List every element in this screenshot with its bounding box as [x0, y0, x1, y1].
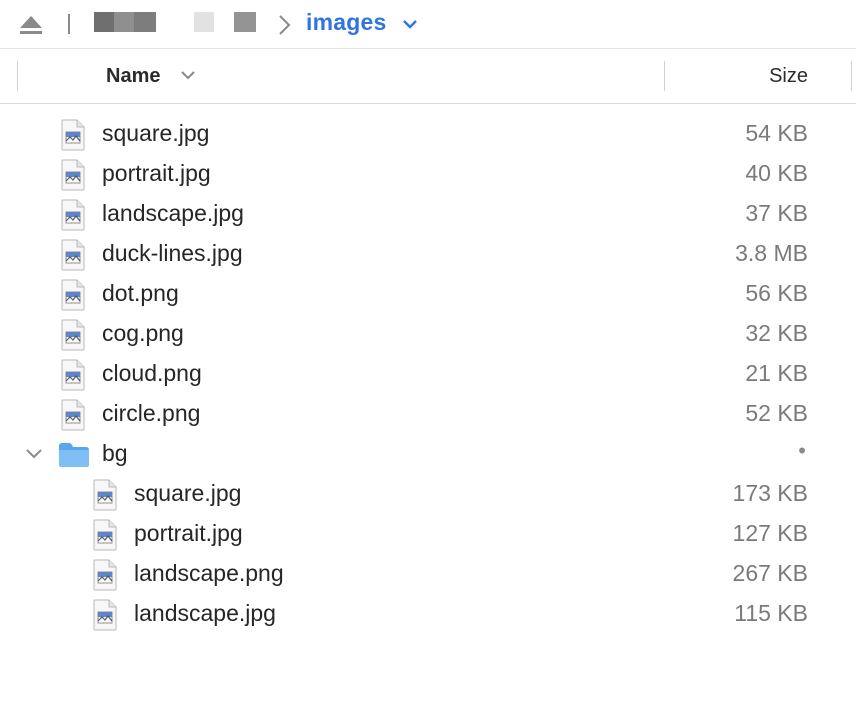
- file-name: dot.png: [102, 280, 179, 306]
- image-file-icon: [60, 199, 86, 231]
- file-size: 173 KB: [732, 480, 808, 506]
- file-size: 40 KB: [745, 160, 808, 186]
- file-row[interactable]: square.jpg 173 KB: [0, 474, 856, 514]
- file-name: landscape.png: [134, 560, 284, 586]
- image-file-icon: [92, 479, 118, 511]
- folder-name: bg: [102, 440, 128, 466]
- file-name: portrait.jpg: [102, 160, 211, 186]
- file-size: 21 KB: [745, 360, 808, 386]
- file-row[interactable]: landscape.png 267 KB: [0, 554, 856, 594]
- image-file-icon: [92, 519, 118, 551]
- file-size: 32 KB: [745, 320, 808, 346]
- file-name: duck-lines.jpg: [102, 240, 243, 266]
- image-file-icon: [60, 279, 86, 311]
- sort-chevron-down-icon[interactable]: [180, 69, 196, 81]
- file-name: landscape.jpg: [134, 600, 276, 626]
- column-divider[interactable]: [851, 61, 852, 91]
- file-size: 56 KB: [745, 280, 808, 306]
- image-file-icon: [60, 319, 86, 351]
- file-name: cloud.png: [102, 360, 202, 386]
- image-file-icon: [60, 159, 86, 191]
- file-row[interactable]: portrait.jpg 127 KB: [0, 514, 856, 554]
- file-name: square.jpg: [134, 480, 242, 506]
- file-row[interactable]: cloud.png 21 KB: [0, 354, 856, 394]
- file-row[interactable]: dot.png 56 KB: [0, 274, 856, 314]
- file-name: portrait.jpg: [134, 520, 243, 546]
- image-file-icon: [60, 239, 86, 271]
- image-file-icon: [60, 399, 86, 431]
- file-name: square.jpg: [102, 120, 210, 146]
- column-header: Name Size: [0, 48, 856, 104]
- size-column-header[interactable]: Size: [769, 65, 808, 88]
- file-size: 3.8 MB: [735, 240, 808, 266]
- file-row[interactable]: cog.png 32 KB: [0, 314, 856, 354]
- file-size: 267 KB: [732, 560, 808, 586]
- folder-icon: [58, 442, 90, 468]
- folder-row[interactable]: bg •: [0, 434, 856, 474]
- folder-size: •: [798, 438, 806, 463]
- file-name: circle.png: [102, 400, 201, 426]
- column-divider[interactable]: [664, 61, 665, 91]
- file-row[interactable]: landscape.jpg 115 KB: [0, 594, 856, 634]
- name-column-header[interactable]: Name: [106, 65, 160, 88]
- file-row[interactable]: duck-lines.jpg 3.8 MB: [0, 234, 856, 274]
- file-row[interactable]: landscape.jpg 37 KB: [0, 194, 856, 234]
- file-list: square.jpg 54 KB portrait.jpg 40 KB land…: [0, 114, 856, 634]
- file-size: 54 KB: [745, 120, 808, 146]
- chevron-down-icon[interactable]: [401, 17, 419, 31]
- file-row[interactable]: portrait.jpg 40 KB: [0, 154, 856, 194]
- file-size: 52 KB: [745, 400, 808, 426]
- file-name: landscape.jpg: [102, 200, 244, 226]
- file-name: cog.png: [102, 320, 184, 346]
- disclosure-chevron-down-icon[interactable]: [24, 447, 44, 461]
- column-divider[interactable]: [17, 61, 18, 91]
- image-file-icon: [60, 359, 86, 391]
- image-file-icon: [92, 559, 118, 591]
- toolbar-separator: [68, 14, 70, 34]
- chevron-right-icon: [276, 13, 292, 37]
- eject-icon[interactable]: [18, 13, 44, 37]
- file-size: 127 KB: [732, 520, 808, 546]
- image-file-icon: [92, 599, 118, 631]
- current-folder-label[interactable]: images: [306, 9, 386, 36]
- image-file-icon: [60, 119, 86, 151]
- file-row[interactable]: circle.png 52 KB: [0, 394, 856, 434]
- file-size: 115 KB: [734, 600, 808, 626]
- path-bar: images: [0, 0, 856, 48]
- file-size: 37 KB: [745, 200, 808, 226]
- redacted-breadcrumb: [94, 12, 274, 34]
- file-row[interactable]: square.jpg 54 KB: [0, 114, 856, 154]
